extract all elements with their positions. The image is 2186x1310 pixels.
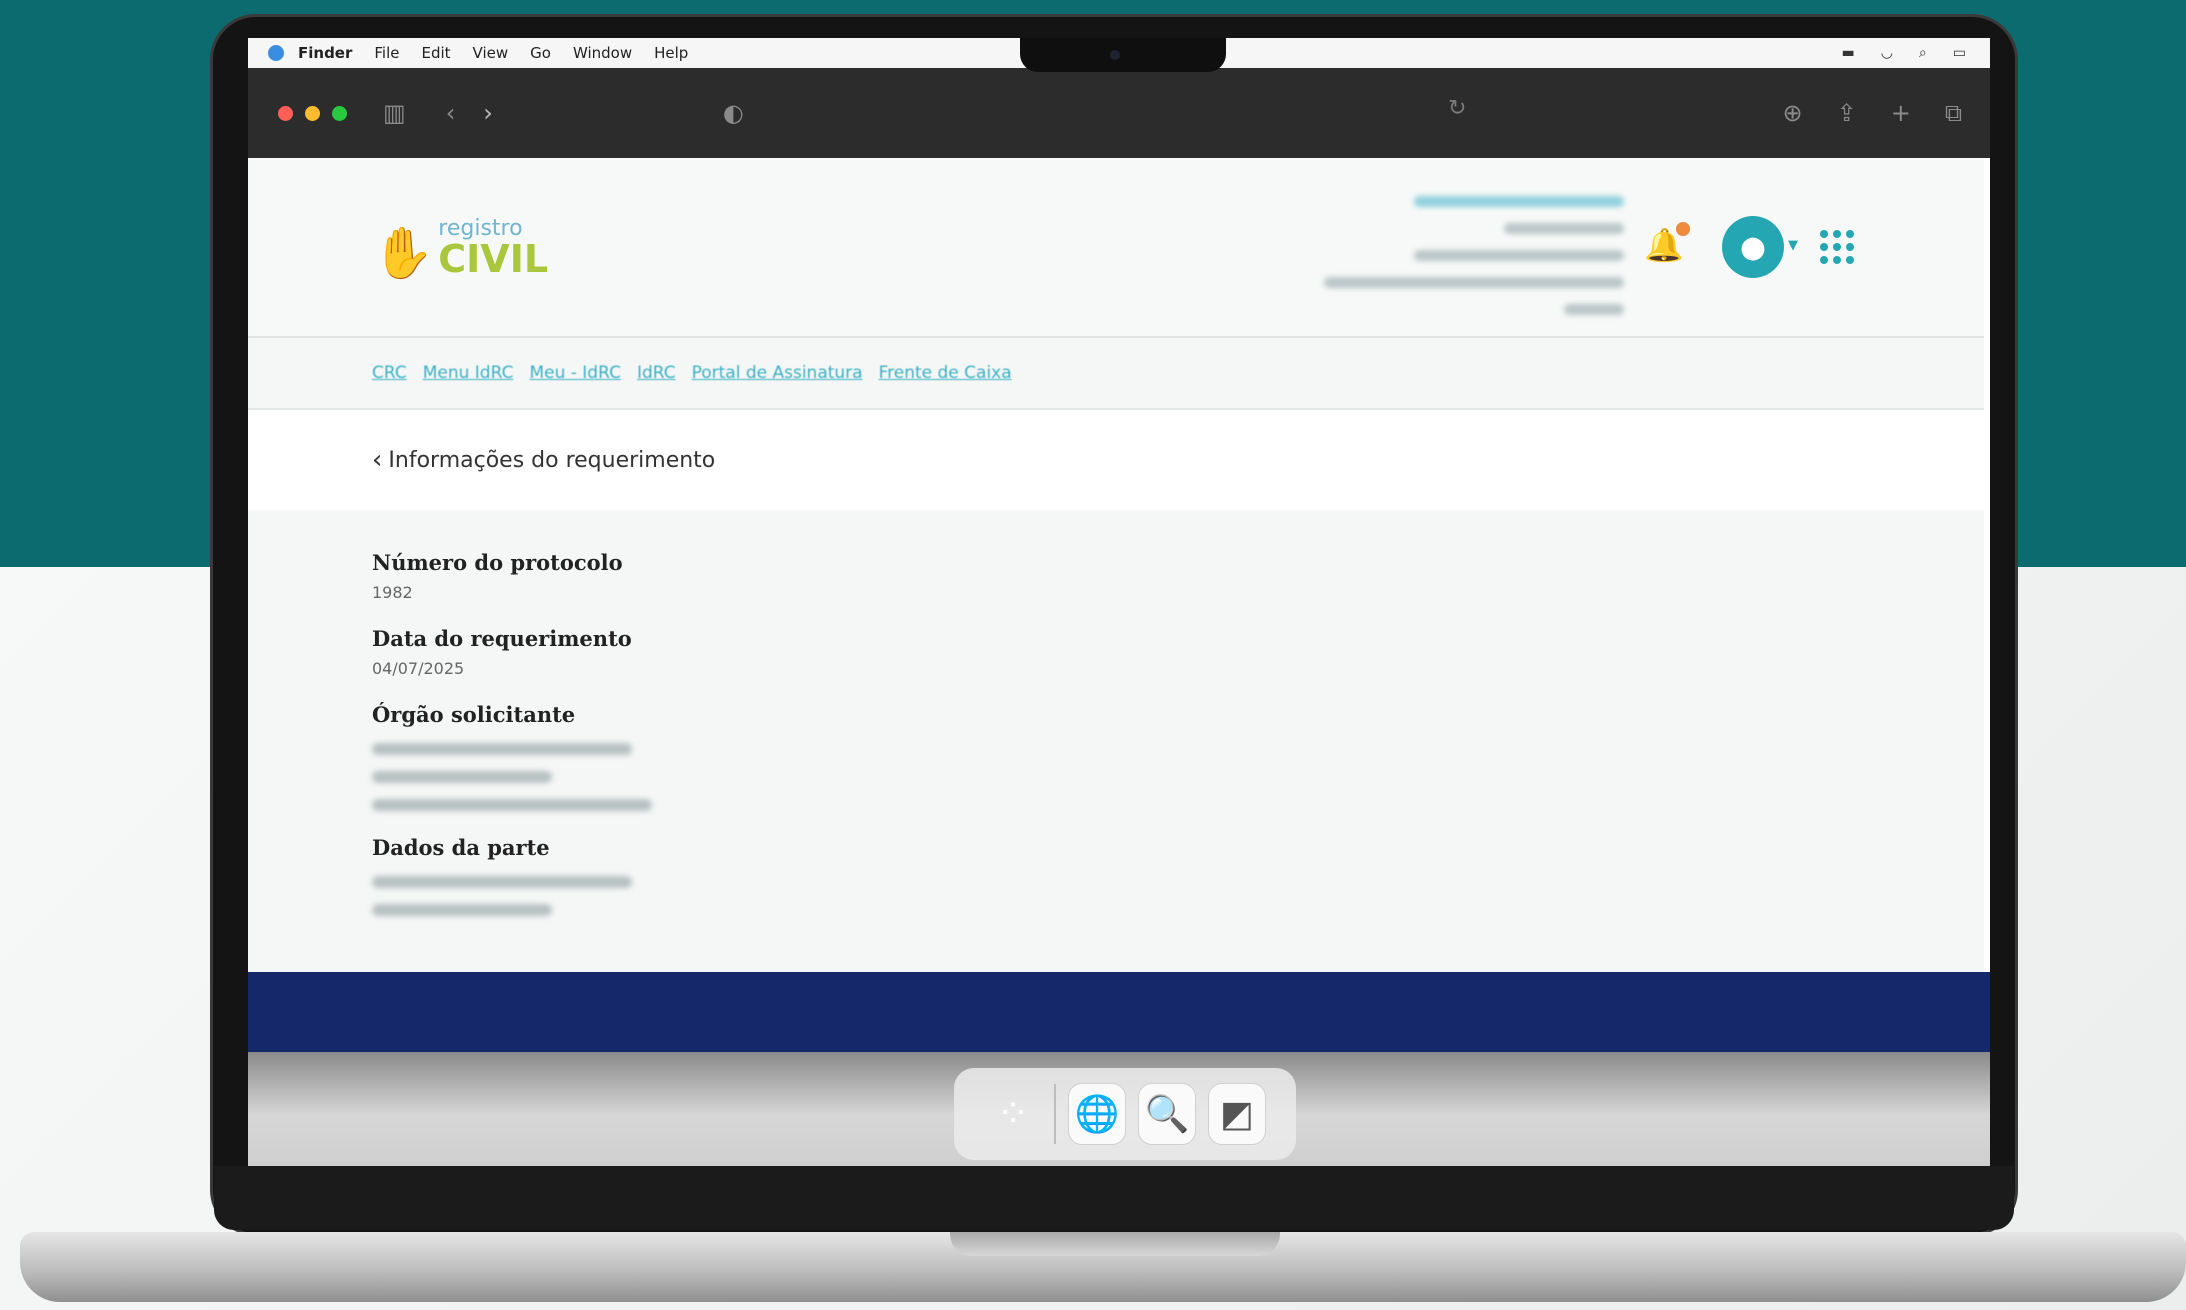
user-avatar[interactable]: ● [1722, 216, 1784, 278]
nav-link-frente-caixa[interactable]: Frente de Caixa [879, 363, 1012, 383]
field-value: 1982 [372, 583, 413, 602]
notification-badge [1676, 222, 1690, 236]
menubar-app-name[interactable]: Finder [298, 44, 352, 62]
toolbar-actions: ⊕ ⇪ + ⧉ [1783, 99, 1962, 127]
launchpad-icon[interactable]: ⁘ [984, 1083, 1042, 1145]
blurred-value [372, 876, 632, 888]
share-icon[interactable]: ⇪ [1837, 99, 1857, 127]
forward-icon[interactable]: › [483, 99, 493, 127]
blurred-value [372, 904, 552, 916]
laptop-base-groove [950, 1232, 1280, 1256]
webpage: ✋ registro CIVIL 🔔 ● ▼ CRC Menu IdRC Meu… [248, 158, 1984, 972]
field-label: Órgão solicitante [372, 702, 576, 727]
menu-go[interactable]: Go [530, 44, 551, 62]
user-info-blurred [1324, 180, 1624, 315]
field-requesting-agency: Órgão solicitante [372, 702, 1984, 811]
sidebar-toggle-icon[interactable]: ▥ [383, 99, 406, 127]
macos-dock: ⁘ 🌐 🔍 ◩ [954, 1068, 1296, 1160]
window-controls [278, 105, 347, 121]
preview-icon[interactable]: ◩ [1208, 1083, 1266, 1145]
site-footer [248, 972, 1990, 1052]
back-icon[interactable]: ‹ [446, 99, 456, 127]
menubar-status-icons: ▬ ◡ ⌕ ▭ [1841, 45, 1966, 61]
field-protocol-number: Número do protocolo 1982 [372, 550, 1984, 602]
laptop-chin [214, 1166, 2014, 1230]
browser-toolbar: ▥ ‹ › ◐ ⊕ ⇪ + ⧉ [248, 68, 1990, 158]
finder-icon[interactable] [268, 45, 284, 61]
globe-icon[interactable]: 🌐 [1068, 1083, 1126, 1145]
user-icon: ● [1739, 229, 1767, 265]
download-icon[interactable]: ⊕ [1783, 99, 1803, 127]
tab-overview-icon[interactable]: ⧉ [1945, 99, 1962, 127]
field-label: Data do requerimento [372, 626, 632, 651]
menu-file[interactable]: File [374, 44, 399, 62]
dock-divider [1054, 1084, 1056, 1144]
field-label: Número do protocolo [372, 550, 623, 575]
search-icon[interactable]: ⌕ [1919, 45, 1927, 61]
new-tab-icon[interactable]: + [1891, 99, 1911, 127]
menu-view[interactable]: View [473, 44, 509, 62]
laptop-screen: Finder File Edit View Go Window Help ▬ ◡… [248, 38, 1990, 1166]
camera-notch [1020, 38, 1226, 72]
registro-civil-logo[interactable]: ✋ registro CIVIL [372, 218, 549, 282]
blurred-value [372, 799, 652, 811]
magnifier-icon[interactable]: 🔍 [1138, 1083, 1196, 1145]
privacy-icon[interactable]: ◐ [723, 99, 744, 127]
blurred-value [372, 743, 632, 755]
zoom-window-button[interactable] [332, 105, 347, 121]
nav-link-portal-assinatura[interactable]: Portal de Assinatura [692, 363, 863, 383]
battery-icon[interactable]: ▬ [1841, 45, 1854, 61]
blurred-value [372, 771, 552, 783]
page-title: Informações do requerimento [388, 447, 716, 473]
back-chevron-icon[interactable]: ‹ [372, 445, 382, 475]
nav-link-idrc[interactable]: IdRC [637, 363, 676, 383]
hand-logo-icon: ✋ [372, 224, 435, 282]
minimize-window-button[interactable] [305, 105, 320, 121]
close-window-button[interactable] [278, 105, 293, 121]
control-center-icon[interactable]: ▭ [1953, 45, 1966, 61]
chevron-down-icon[interactable]: ▼ [1788, 238, 1798, 253]
field-value: 04/07/2025 [372, 659, 465, 678]
nav-link-meu-idrc[interactable]: Meu - IdRC [529, 363, 620, 383]
site-header: ✋ registro CIVIL 🔔 ● ▼ [248, 158, 1984, 338]
field-party-data: Dados da parte [372, 835, 1984, 916]
camera-lens [1110, 50, 1120, 60]
notification-bell-icon[interactable]: 🔔 [1644, 222, 1690, 264]
top-nav: CRC Menu IdRC Meu - IdRC IdRC Portal de … [248, 338, 1984, 410]
field-label: Dados da parte [372, 835, 550, 860]
apps-grid-icon[interactable] [1820, 230, 1854, 264]
page-title-bar: ‹ Informações do requerimento [248, 410, 1984, 510]
logo-big-text: CIVIL [438, 237, 549, 281]
nav-link-crc[interactable]: CRC [372, 363, 407, 383]
reload-icon[interactable]: ↻ [1448, 96, 1466, 121]
menu-window[interactable]: Window [573, 44, 632, 62]
menu-edit[interactable]: Edit [421, 44, 450, 62]
menu-help[interactable]: Help [654, 44, 688, 62]
nav-link-menu-idrc[interactable]: Menu IdRC [423, 363, 514, 383]
wifi-icon[interactable]: ◡ [1881, 45, 1893, 61]
field-request-date: Data do requerimento 04/07/2025 [372, 626, 1984, 678]
request-details: Número do protocolo 1982 Data do requeri… [248, 510, 1984, 916]
